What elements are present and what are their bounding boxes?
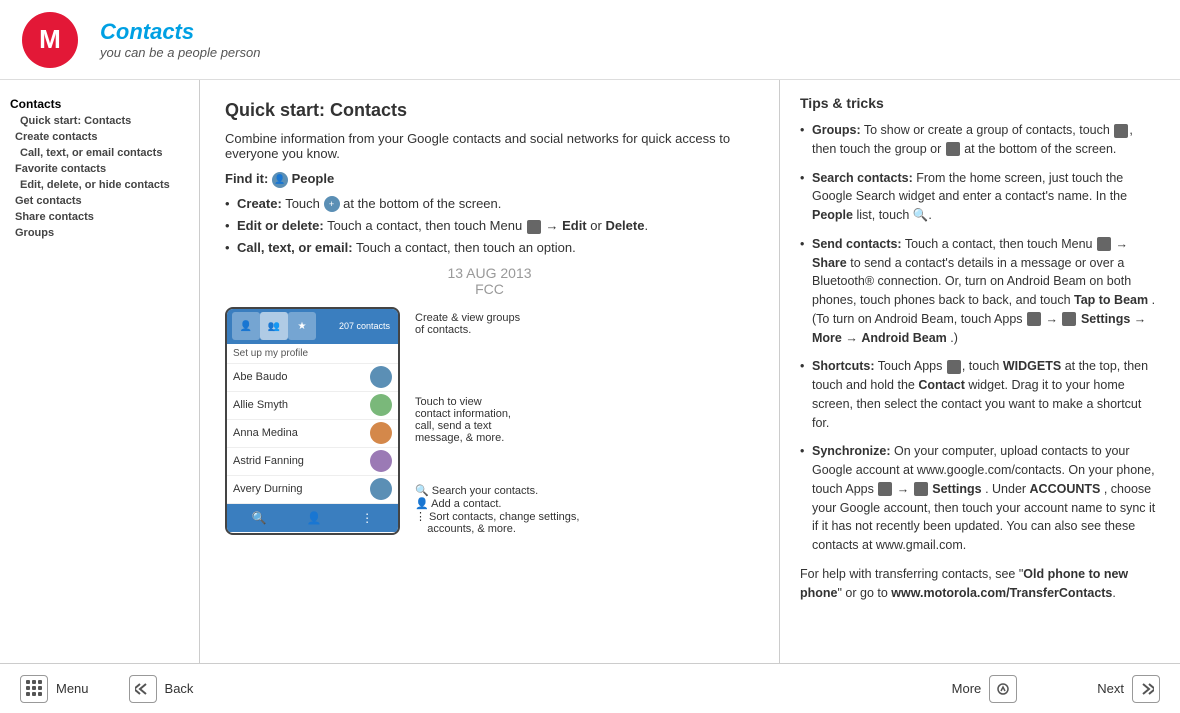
sidebar-item-quickstart[interactable]: Quick start: Contacts	[10, 113, 189, 129]
left-panel: Quick start: Contacts Combine informatio…	[200, 80, 780, 663]
back-button[interactable]: Back	[129, 675, 194, 703]
sidebar-item-groups[interactable]: Groups	[10, 225, 189, 241]
motorola-logo: M	[20, 10, 80, 70]
right-panel: Tips & tricks Groups: To show or create …	[780, 80, 1180, 663]
sidebar: Contacts Quick start: Contacts Create co…	[0, 80, 200, 663]
fcc-stamp: 13 AUG 2013 FCC	[225, 265, 754, 297]
transfer-note: For help with transferring contacts, see…	[800, 565, 1160, 603]
page-header: M Contacts you can be a people person	[0, 0, 1180, 80]
tip-sync: Synchronize: On your computer, upload co…	[800, 442, 1160, 555]
more-icon[interactable]	[989, 675, 1017, 703]
menu-inline-icon	[527, 220, 541, 234]
intro-text: Combine information from your Google con…	[225, 131, 754, 161]
content-area: Quick start: Contacts Combine informatio…	[200, 80, 1180, 663]
phone-add-icon: 👤	[306, 511, 321, 525]
settings-icon-2	[914, 482, 928, 496]
page-subtitle: you can be a people person	[100, 45, 260, 60]
menu-button[interactable]: Menu	[20, 675, 89, 703]
contact-row-0: Abe Baudo	[227, 364, 398, 392]
callout-top: Create & view groupsof contacts.	[415, 312, 579, 336]
menu-dots-grid	[26, 680, 43, 697]
phone-area: 👤 👥 ★ 207 contacts Set up my profile Abe…	[225, 307, 754, 535]
callout-middle: Touch to viewcontact information,call, s…	[415, 396, 579, 444]
contact-row-3: Astrid Fanning	[227, 448, 398, 476]
sidebar-item-edit[interactable]: Edit, delete, or hide contacts	[10, 177, 189, 193]
apps-icon-1	[1027, 312, 1041, 326]
svg-text:M: M	[39, 24, 61, 54]
phone-header: 👤 👥 ★ 207 contacts	[227, 309, 398, 344]
tips-title: Tips & tricks	[800, 95, 1160, 111]
next-label: Next	[1097, 681, 1124, 696]
contact-row-2: Anna Medina	[227, 420, 398, 448]
apps-icon-3	[878, 482, 892, 496]
callouts: Create & view groupsof contacts. Touch t…	[410, 307, 584, 535]
sidebar-item-get[interactable]: Get contacts	[10, 193, 189, 209]
bottom-bar: Menu Back More Next	[0, 663, 1180, 713]
tip-send: Send contacts: Touch a contact, then tou…	[800, 235, 1160, 348]
menu-label: Menu	[56, 681, 89, 696]
tip-shortcuts: Shortcuts: Touch Apps , touch WIDGETS at…	[800, 357, 1160, 432]
page-title: Contacts	[100, 19, 260, 45]
more-button[interactable]: More	[952, 675, 1018, 703]
header-text-block: Contacts you can be a people person	[100, 19, 260, 60]
contact-row-1: Allie Smyth	[227, 392, 398, 420]
back-label: Back	[165, 681, 194, 696]
bullet-create: Create: Touch + at the bottom of the scr…	[225, 196, 754, 213]
avatar-3	[370, 450, 392, 472]
tip-groups: Groups: To show or create a group of con…	[800, 121, 1160, 159]
bottom-right: More Next	[952, 675, 1160, 703]
phone-tab-star: ★	[288, 312, 316, 340]
phone-tab-person: 👤	[232, 312, 260, 340]
sidebar-item-contacts[interactable]: Contacts	[10, 95, 189, 113]
avatar-1	[370, 394, 392, 416]
contact-row-4: Avery Durning	[227, 476, 398, 504]
contact-count: 207 contacts	[316, 321, 393, 331]
group-add-icon	[946, 142, 960, 156]
sidebar-item-favorites[interactable]: Favorite contacts	[10, 161, 189, 177]
avatar-0	[370, 366, 392, 388]
find-it-label: Find it:	[225, 171, 268, 186]
next-icon[interactable]	[1132, 675, 1160, 703]
section-title: Quick start: Contacts	[225, 100, 754, 121]
bullet-list: Create: Touch + at the bottom of the scr…	[225, 196, 754, 255]
avatar-4	[370, 478, 392, 500]
menu-icon[interactable]	[20, 675, 48, 703]
callout-bottom: 🔍 Search your contacts.👤 Add a contact.⋮…	[415, 484, 579, 535]
more-label: More	[952, 681, 982, 696]
settings-icon-1	[1062, 312, 1076, 326]
phone-more-icon: ⋮	[361, 511, 373, 525]
main-content: Contacts Quick start: Contacts Create co…	[0, 80, 1180, 663]
add-person-icon: +	[324, 196, 340, 212]
bullet-edit: Edit or delete: Touch a contact, then to…	[225, 218, 754, 234]
avatar-2	[370, 422, 392, 444]
sidebar-item-call[interactable]: Call, text, or email contacts	[10, 145, 189, 161]
next-button[interactable]: Next	[1097, 675, 1160, 703]
phone-footer: 🔍 👤 ⋮	[227, 504, 398, 532]
sidebar-item-share[interactable]: Share contacts	[10, 209, 189, 225]
tip-search: Search contacts: From the home screen, j…	[800, 169, 1160, 225]
find-it-app: People	[292, 171, 335, 186]
bullet-call: Call, text, or email: Touch a contact, t…	[225, 240, 754, 255]
phone-search-icon: 🔍	[252, 511, 267, 525]
find-it-icon: 👤	[272, 171, 292, 186]
tips-list: Groups: To show or create a group of con…	[800, 121, 1160, 555]
phone-mockup: 👤 👥 ★ 207 contacts Set up my profile Abe…	[225, 307, 400, 535]
apps-icon-2	[947, 360, 961, 374]
sidebar-item-create[interactable]: Create contacts	[10, 129, 189, 145]
group-icon	[1114, 124, 1128, 138]
back-icon[interactable]	[129, 675, 157, 703]
menu-icon-send	[1097, 237, 1111, 251]
set-profile: Set up my profile	[227, 344, 398, 364]
phone-tab-people: 👥	[260, 312, 288, 340]
find-it: Find it: 👤 People	[225, 171, 754, 188]
